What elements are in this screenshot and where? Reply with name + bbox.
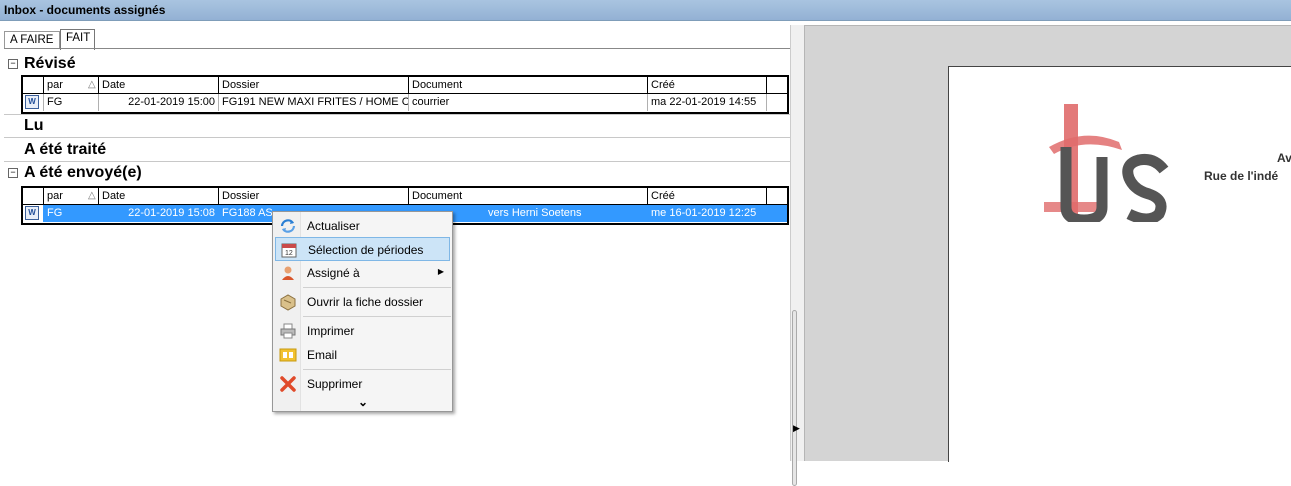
- icon-column-header: [23, 77, 44, 93]
- menu-item-label: Actualiser: [307, 219, 360, 233]
- revise-grid: par △ Date Dossier Document Créé W FG 22-…: [21, 75, 789, 114]
- group-lu[interactable]: Lu: [4, 115, 790, 137]
- cell-document: courrier: [409, 94, 648, 111]
- preview-address-line1: Av: [1277, 151, 1291, 165]
- group-title: Lu: [24, 117, 44, 134]
- menu-item-imprimer[interactable]: Imprimer: [275, 319, 450, 343]
- menu-separator: [303, 316, 451, 317]
- context-menu: Actualiser 12 Sélection de périodes Assi…: [272, 211, 453, 412]
- menu-item-label: Assigné à: [307, 266, 360, 280]
- user-icon: [282, 266, 294, 280]
- cell-extra: [767, 205, 787, 222]
- cell-cree: me 16-01-2019 12:25: [648, 205, 767, 222]
- col-date[interactable]: Date: [99, 77, 219, 93]
- group-revise[interactable]: − Révisé: [4, 53, 790, 75]
- cell-dossier: FG191 NEW MAXI FRITES / HOME C: [219, 94, 409, 111]
- sort-arrow-icon: △: [88, 190, 96, 201]
- folder-card-icon: [280, 294, 296, 311]
- divider: [4, 137, 790, 138]
- menu-separator: [303, 369, 451, 370]
- col-cree[interactable]: Créé: [648, 77, 767, 93]
- menu-item-label: Supprimer: [307, 377, 363, 391]
- printer-icon: [280, 323, 296, 339]
- collapse-icon[interactable]: −: [8, 168, 18, 178]
- row-icon-cell: W: [23, 205, 44, 222]
- tab-underline: [4, 48, 790, 49]
- cell-par: FG: [44, 94, 99, 111]
- cell-date: 22-01-2019 15:08: [99, 205, 219, 222]
- menu-item-actualiser[interactable]: Actualiser: [275, 214, 450, 238]
- word-document-icon: W: [25, 95, 39, 109]
- menu-item-supprimer[interactable]: Supprimer: [275, 372, 450, 396]
- col-date[interactable]: Date: [99, 188, 219, 204]
- col-par[interactable]: par △: [44, 188, 99, 204]
- icon-column-header: [23, 188, 44, 204]
- row-icon-cell: W: [23, 94, 44, 111]
- splitter-grip[interactable]: [792, 310, 797, 486]
- svg-text:12: 12: [285, 250, 293, 257]
- menu-item-selection-periodes[interactable]: 12 Sélection de périodes: [275, 237, 450, 261]
- grid-header: par △ Date Dossier Document Créé: [23, 77, 787, 94]
- sort-arrow-icon: △: [88, 79, 96, 90]
- menu-item-ouvrir-fiche[interactable]: Ouvrir la fiche dossier: [275, 290, 450, 314]
- col-par[interactable]: par △: [44, 77, 99, 93]
- calendar-icon: 12: [281, 243, 297, 258]
- word-document-icon: W: [25, 206, 39, 220]
- window-title: Inbox - documents assignés: [0, 0, 1291, 21]
- table-row[interactable]: W FG 22-01-2019 15:00 FG191 NEW MAXI FRI…: [23, 94, 787, 111]
- group-title: A été envoyé(e): [24, 164, 142, 181]
- email-icon: [279, 348, 297, 362]
- col-document[interactable]: Document: [409, 77, 648, 93]
- menu-item-label: Imprimer: [307, 324, 355, 338]
- tab-a-faire[interactable]: A FAIRE: [4, 31, 60, 49]
- cell-cree: ma 22-01-2019 14:55: [648, 94, 767, 111]
- preview-address-line2: Rue de l'indé: [1204, 169, 1279, 183]
- col-document[interactable]: Document: [409, 188, 648, 204]
- document-preview: Av Rue de l'indé: [804, 25, 1291, 462]
- col-par-label: par: [47, 79, 63, 91]
- menu-item-label: Ouvrir la fiche dossier: [307, 295, 424, 309]
- cell-par: FG: [44, 205, 99, 222]
- col-extra: [767, 77, 787, 93]
- delete-icon: [280, 376, 296, 392]
- menu-item-assigne-a[interactable]: Assigné à ▶: [275, 261, 450, 285]
- tab-fait[interactable]: FAIT: [60, 29, 95, 50]
- menu-item-label: Sélection de périodes: [308, 243, 424, 257]
- menu-separator: [303, 287, 451, 288]
- preview-page: Av Rue de l'indé: [948, 66, 1291, 462]
- ius-logo-icon: [1044, 104, 1169, 222]
- cell-date: 22-01-2019 15:00: [99, 94, 219, 111]
- group-traite[interactable]: A été traité: [4, 139, 790, 161]
- grid-header: par △ Date Dossier Document Créé: [23, 188, 787, 205]
- menu-item-label: Email: [307, 348, 338, 362]
- submenu-arrow-icon: ▶: [437, 267, 444, 276]
- group-title: A été traité: [24, 141, 107, 158]
- cell-extra: [767, 94, 787, 111]
- col-par-label: par: [47, 190, 63, 202]
- col-extra: [767, 188, 787, 204]
- menu-item-email[interactable]: Email: [275, 343, 450, 367]
- col-dossier[interactable]: Dossier: [219, 188, 409, 204]
- col-dossier[interactable]: Dossier: [219, 77, 409, 93]
- collapse-icon[interactable]: −: [8, 59, 18, 69]
- refresh-icon: [280, 219, 296, 233]
- splitter[interactable]: ▶: [790, 25, 804, 486]
- col-cree[interactable]: Créé: [648, 188, 767, 204]
- expand-more-icon[interactable]: ⌄: [358, 395, 368, 409]
- group-title: Révisé: [24, 55, 76, 72]
- chevron-right-icon[interactable]: ▶: [793, 423, 800, 434]
- group-envoye[interactable]: − A été envoyé(e): [4, 162, 790, 184]
